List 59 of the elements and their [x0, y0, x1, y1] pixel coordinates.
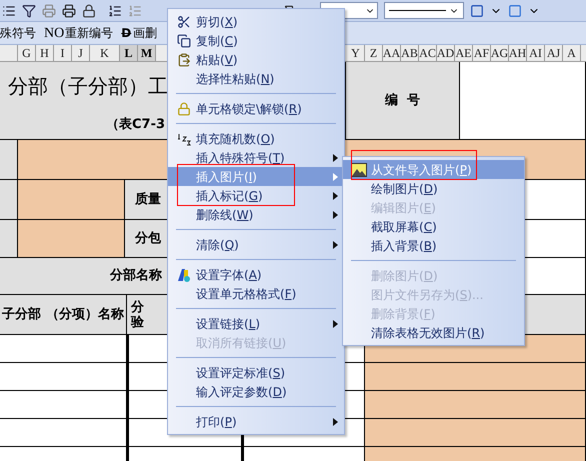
menu-item[interactable]: 打印(P)	[168, 412, 344, 431]
menu-item[interactable]: 设置字体(A)	[168, 265, 344, 284]
code-label: 编 号	[384, 92, 420, 110]
paste-icon	[177, 52, 191, 66]
lock-icon	[177, 102, 191, 116]
column-heading: 子分部 （分项）名称	[2, 307, 124, 322]
menu-item[interactable]: 插入背景(B)	[343, 236, 524, 255]
table-cell	[0, 180, 18, 220]
filter-icon[interactable]	[22, 4, 36, 18]
font-icon	[176, 266, 192, 282]
menu-item[interactable]: 单元格锁定\解锁(R)	[168, 99, 344, 118]
menu-item[interactable]: 设置评定标准(S)	[168, 363, 344, 382]
column-header[interactable]: AE	[455, 45, 473, 61]
menu-item[interactable]: 填充随机数(O)	[168, 129, 344, 148]
column-header[interactable]: L	[120, 45, 138, 61]
menu-item[interactable]: 截取屏幕(C)	[343, 217, 524, 236]
menu-item[interactable]: 选择性粘贴(N)	[168, 69, 344, 88]
field-label: 质量	[135, 190, 161, 209]
toolbar-button[interactable]: D 画删	[121, 24, 158, 42]
lock-icon[interactable]	[82, 4, 96, 18]
menu-item[interactable]: 剪切(X)	[168, 12, 344, 31]
toolbar-button[interactable]: NO重新编号	[44, 22, 114, 44]
menu-item[interactable]: 设置单元格格式(F)	[168, 284, 344, 303]
form-title: 分部（子分部）工	[8, 73, 168, 100]
printer-icon[interactable]	[62, 4, 76, 18]
menu-item[interactable]: 粘贴(V)	[168, 50, 344, 69]
column-header[interactable]: AD	[437, 45, 455, 61]
menu-item[interactable]: 删除线(W)	[168, 205, 344, 224]
menu-item[interactable]: 清除(Q)	[168, 235, 344, 254]
column-header[interactable]: AA	[383, 45, 401, 61]
menu-item[interactable]: 插入标记(G)	[168, 186, 344, 205]
field-label: 分部名称	[110, 266, 162, 286]
border-icon[interactable]	[470, 4, 484, 18]
scissors-icon	[177, 14, 191, 28]
column-header[interactable]: AG	[491, 45, 509, 61]
column-header[interactable]: AB	[401, 45, 419, 61]
menu-item[interactable]: 设置链接(L)	[168, 314, 344, 333]
toolbar-button[interactable]: 殊符号	[0, 24, 36, 42]
column-heading: 分 验	[131, 300, 144, 330]
image-icon	[351, 162, 367, 176]
form-number: （表C7-3	[106, 116, 166, 134]
column-header[interactable]: M	[138, 45, 156, 61]
field-label: 分包	[135, 230, 161, 248]
column-header[interactable]: AI	[527, 45, 545, 61]
column-header[interactable]: AH	[509, 45, 527, 61]
line-spacing-icon[interactable]	[108, 4, 122, 18]
numbers-icon	[177, 132, 191, 146]
line-style-combobox[interactable]	[384, 2, 464, 19]
menu-item[interactable]: 输入评定参数(D)	[168, 382, 344, 401]
list-icon[interactable]	[2, 4, 16, 18]
menu-item[interactable]: 绘制图片(D)	[343, 179, 524, 198]
menu-item[interactable]: 清除表格无效图片(R)	[343, 323, 524, 342]
menu-item[interactable]: 复制(C)	[168, 31, 344, 50]
menu-item[interactable]: 插入特殊符号(T)	[168, 148, 344, 167]
column-header[interactable]: AF	[473, 45, 491, 61]
fill-icon[interactable]	[508, 4, 522, 18]
column-header[interactable]: AJ	[545, 45, 563, 61]
column-header[interactable]: AC	[419, 45, 437, 61]
copy-icon	[177, 34, 191, 48]
